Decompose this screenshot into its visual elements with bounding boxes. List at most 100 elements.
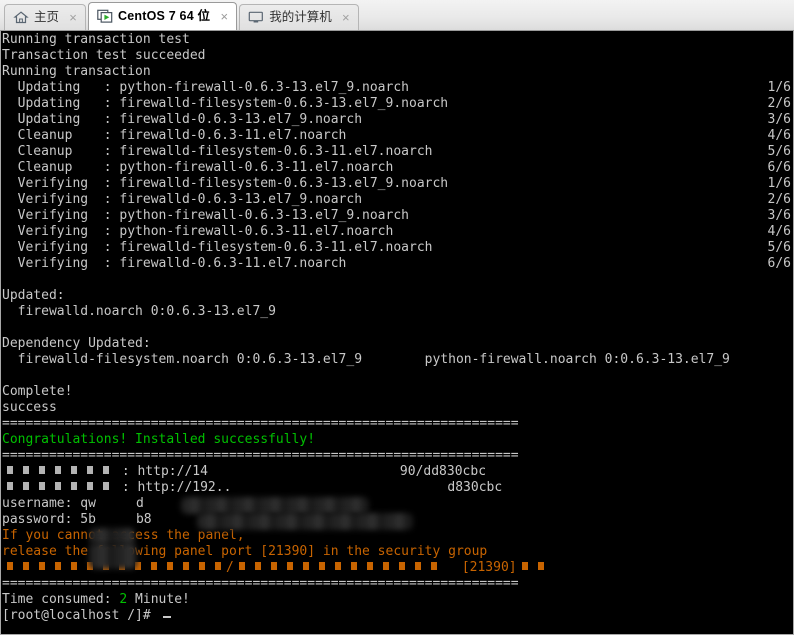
terminal-line-text: Verifying : python-firewall-0.6.3-11.el7… (2, 224, 394, 239)
terminal-line-text: Cleanup : firewalld-0.6.3-11.el7.noarch (2, 128, 347, 143)
missing-glyph-box-icon (103, 466, 109, 474)
tab-home[interactable]: 主页 × (4, 4, 87, 30)
missing-glyph-box-icon (39, 482, 45, 490)
vnc-terminal-console[interactable]: Running transaction test Transaction test… (0, 31, 794, 635)
missing-glyph-box-icon (286, 562, 293, 570)
tab-centos-7-64[interactable]: CentOS 7 64 位 × (88, 2, 238, 30)
missing-glyph-box-icon (71, 482, 77, 490)
missing-glyph-box-icon (334, 562, 341, 570)
missing-glyph-box-icon (39, 466, 45, 474)
password-tail: b8 (135, 512, 152, 527)
terminal-line: Updating : firewalld-filesystem-0.6.3-13… (2, 96, 793, 112)
separator-line-bottom: ========================================… (2, 448, 519, 463)
monitor-icon (248, 10, 264, 25)
missing-glyph-box-icon (430, 562, 437, 570)
close-icon[interactable]: × (218, 10, 230, 23)
tab-label: 我的计算机 (269, 10, 332, 25)
tofu-glyphs (234, 560, 442, 575)
shell-prompt-line[interactable]: [root@localhost /]# (2, 608, 793, 624)
missing-glyph-box-icon (87, 466, 93, 474)
slash-separator: / (226, 560, 234, 575)
browser-tab-bar: 主页 × CentOS 7 64 位 × 我的计算机 × (0, 0, 794, 31)
terminal-line: Cleanup : firewalld-filesystem-0.6.3-11.… (2, 144, 793, 160)
tab-my-computer[interactable]: 我的计算机 × (239, 4, 359, 30)
terminal-line-text: Dependency Updated: (2, 336, 151, 351)
missing-glyph-box-icon (414, 562, 421, 570)
missing-glyph-box-icon (302, 562, 309, 570)
terminal-line-text: success (2, 400, 57, 415)
missing-glyph-box-icon (71, 466, 77, 474)
close-icon[interactable]: × (340, 11, 352, 24)
missing-glyph-box-icon (167, 562, 173, 570)
transaction-counter: 2/6 (767, 192, 791, 207)
missing-glyph-box-icon (521, 562, 528, 570)
terminal-line-text: Updating : python-firewall-0.6.3-13.el7_… (2, 80, 409, 95)
terminal-line-text: Transaction test succeeded (2, 48, 206, 63)
panel-external-url-line: : http://14 90/dd830cbc (2, 464, 793, 480)
password-label: password: (2, 512, 81, 527)
missing-glyph-box-icon (270, 562, 277, 570)
redaction-overlay-password (89, 543, 137, 569)
terminal-line: success (2, 400, 793, 416)
time-suffix: Minute! (127, 592, 190, 607)
missing-glyph-box-icon (23, 562, 29, 570)
missing-glyph-box-icon (398, 562, 405, 570)
transaction-counter: 3/6 (767, 112, 791, 127)
username-head: qw (80, 496, 96, 511)
congratulations-message: Congratulations! Installed successfully! (2, 432, 316, 447)
missing-glyph-box-icon (366, 562, 373, 570)
transaction-counter: 4/6 (767, 128, 791, 143)
terminal-line-text: Updated: (2, 288, 65, 303)
missing-glyph-box-icon (199, 562, 205, 570)
username-label: username: (2, 496, 81, 511)
missing-glyph-box-icon (215, 562, 221, 570)
time-label: Time consumed: (2, 592, 120, 607)
terminal-line: firewalld.noarch 0:0.6.3-13.el7_9 (2, 304, 793, 320)
transaction-counter: 5/6 (767, 144, 791, 159)
terminal-line: Verifying : python-firewall-0.6.3-11.el7… (2, 224, 793, 240)
terminal-line: Updating : python-firewall-0.6.3-13.el7_… (2, 80, 793, 96)
terminal-line-text: Running transaction test (2, 32, 190, 47)
transaction-counter: 5/6 (767, 240, 791, 255)
missing-glyph-box-icon (254, 562, 261, 570)
url-suffix: 90/dd830cbc (399, 464, 487, 479)
terminal-line: Complete! (2, 384, 793, 400)
terminal-line-text: Updating : firewalld-filesystem-0.6.3-13… (2, 96, 449, 111)
terminal-line: Transaction test succeeded (2, 48, 793, 64)
terminal-line-text: Verifying : firewalld-0.6.3-11.el7.noarc… (2, 256, 347, 271)
missing-glyph-box-icon (7, 482, 13, 490)
tofu-glyphs (517, 560, 549, 575)
missing-glyph-box-icon (23, 482, 29, 490)
terminal-line: Verifying : firewalld-filesystem-0.6.3-1… (2, 240, 793, 256)
close-icon[interactable]: × (67, 11, 79, 24)
redaction-overlay-url-1 (181, 497, 369, 514)
terminal-line-text: Cleanup : python-firewall-0.6.3-11.el7.n… (2, 160, 394, 175)
terminal-line-text: Running transaction (2, 64, 151, 79)
terminal-line-text: Complete! (2, 384, 73, 399)
missing-glyph-box-icon (537, 562, 544, 570)
missing-glyph-box-icon (183, 562, 189, 570)
terminal-line: Running transaction test (2, 32, 793, 48)
terminal-line-text: Verifying : firewalld-filesystem-0.6.3-1… (2, 176, 449, 191)
terminal-line-text: Updating : firewalld-0.6.3-13.el7_9.noar… (2, 112, 363, 127)
terminal-line: Running transaction (2, 64, 793, 80)
redaction-overlay-username (89, 528, 135, 544)
url-prefix: : http://192.. (114, 480, 232, 495)
password-head: 5b (80, 512, 96, 527)
terminal-line: Updated: (2, 288, 793, 304)
terminal-line: Cleanup : firewalld-0.6.3-11.el7.noarch 4… (2, 128, 793, 144)
terminal-line: Verifying : firewalld-filesystem-0.6.3-1… (2, 176, 793, 192)
terminal-line: Cleanup : python-firewall-0.6.3-11.el7.n… (2, 160, 793, 176)
transaction-counter: 2/6 (767, 96, 791, 111)
tofu-glyphs (2, 464, 114, 479)
text-cursor (162, 616, 171, 618)
missing-glyph-box-icon (7, 466, 13, 474)
terminal-line-text: Cleanup : firewalld-filesystem-0.6.3-11.… (2, 144, 433, 159)
shell-prompt: [root@localhost /]# (2, 608, 159, 623)
panel-internal-url-line: : http://192.. d830cbc (2, 480, 793, 496)
separator-line-final: ========================================… (2, 576, 519, 591)
url-suffix: d830cbc (447, 480, 503, 495)
panel-username-line: username: qw d (2, 496, 793, 512)
missing-glyph-box-icon (238, 562, 245, 570)
